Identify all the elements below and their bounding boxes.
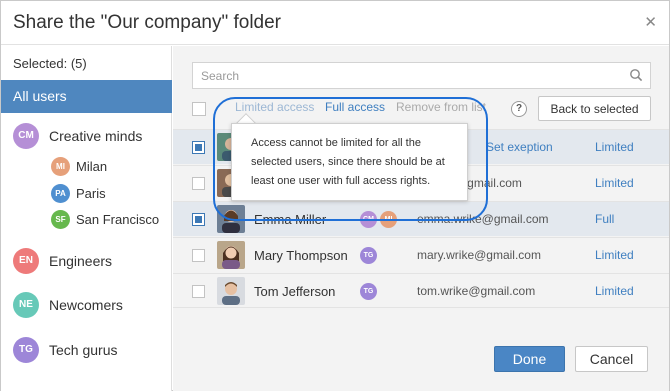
- user-name: Emma Miller: [254, 212, 327, 227]
- full-access-link[interactable]: Full access: [325, 100, 385, 114]
- selected-count: Selected: (5): [13, 56, 87, 71]
- subgroup-avatar: SF: [51, 210, 70, 229]
- close-icon[interactable]: ✕: [644, 13, 657, 31]
- user-name: Tom Jefferson: [254, 284, 336, 299]
- row-checkbox[interactable]: [192, 141, 205, 154]
- group-tag: TG: [360, 247, 377, 264]
- table-row[interactable]: Mary Thompson TG mary.wrike@gmail.com Li…: [173, 237, 669, 272]
- user-photo: [217, 241, 245, 269]
- user-photo: [217, 277, 245, 305]
- sidebar-subgroup-paris[interactable]: PA Paris: [1, 181, 172, 205]
- row-checkbox[interactable]: [192, 213, 205, 226]
- group-label: Creative minds: [49, 128, 143, 144]
- search-input[interactable]: [192, 62, 651, 89]
- sidebar: Selected: (5) All users CM Creative mind…: [1, 46, 172, 391]
- subgroup-label: Milan: [76, 159, 108, 174]
- access-level[interactable]: Limited: [595, 284, 634, 298]
- remove-from-list-link[interactable]: Remove from list: [396, 100, 486, 114]
- group-label: Newcomers: [49, 297, 123, 313]
- access-level[interactable]: Full: [595, 212, 614, 226]
- group-avatar: EN: [13, 248, 39, 274]
- set-exception-link[interactable]: Set exeption: [486, 140, 553, 154]
- sidebar-item-all-users[interactable]: All users: [1, 80, 172, 113]
- row-checkbox[interactable]: [192, 249, 205, 262]
- user-email: mary.wrike@gmail.com: [417, 248, 541, 262]
- cancel-button[interactable]: Cancel: [575, 346, 648, 372]
- select-all-checkbox[interactable]: [192, 102, 206, 116]
- user-name: Mary Thompson: [254, 248, 348, 263]
- user-photo: [217, 205, 245, 233]
- access-level[interactable]: Limited: [595, 140, 634, 154]
- subgroup-label: Paris: [76, 186, 106, 201]
- group-avatar: NE: [13, 292, 39, 318]
- access-level[interactable]: Limited: [595, 248, 634, 262]
- back-to-selected-button[interactable]: Back to selected: [538, 96, 651, 121]
- search-icon[interactable]: [629, 68, 643, 82]
- group-tag: CM: [360, 211, 377, 228]
- row-checkbox[interactable]: [192, 285, 205, 298]
- limited-access-link[interactable]: Limited access: [235, 100, 314, 114]
- group-tag: MI: [380, 211, 397, 228]
- access-level[interactable]: Limited: [595, 176, 634, 190]
- row-checkbox[interactable]: [192, 177, 205, 190]
- access-tooltip: Access cannot be limited for all the sel…: [231, 123, 468, 201]
- user-email: tom.wrike@gmail.com: [417, 284, 536, 298]
- sidebar-group-tech-gurus[interactable]: TG Tech gurus: [1, 335, 172, 365]
- group-avatar: TG: [13, 337, 39, 363]
- user-email: emma.wrike@gmail.com: [417, 212, 549, 226]
- group-label: Tech gurus: [49, 342, 118, 358]
- dialog-footer: Done Cancel: [173, 324, 669, 391]
- subgroup-avatar: MI: [51, 157, 70, 176]
- sidebar-subgroup-san-francisco[interactable]: SF San Francisco: [1, 207, 172, 231]
- done-button[interactable]: Done: [494, 346, 565, 372]
- sidebar-subgroup-milan[interactable]: MI Milan: [1, 154, 172, 178]
- dialog-header: Share the "Our company" folder ✕: [1, 1, 669, 45]
- subgroup-avatar: PA: [51, 184, 70, 203]
- group-avatar: CM: [13, 123, 39, 149]
- main-panel: Limited access Full access Remove from l…: [173, 46, 669, 391]
- table-row[interactable]: Tom Jefferson TG tom.wrike@gmail.com Lim…: [173, 273, 669, 308]
- sidebar-group-creative-minds[interactable]: CM Creative minds: [1, 121, 172, 151]
- dialog-title: Share the "Our company" folder: [13, 12, 282, 33]
- sidebar-group-engineers[interactable]: EN Engineers: [1, 246, 172, 276]
- help-icon[interactable]: ?: [511, 101, 527, 117]
- sidebar-group-newcomers[interactable]: NE Newcomers: [1, 290, 172, 320]
- share-dialog: Share the "Our company" folder ✕ Selecte…: [0, 0, 670, 391]
- group-label: Engineers: [49, 253, 113, 269]
- table-row[interactable]: Emma Miller CM MI emma.wrike@gmail.com F…: [173, 201, 669, 236]
- subgroup-label: San Francisco: [76, 212, 160, 227]
- group-tag: TG: [360, 283, 377, 300]
